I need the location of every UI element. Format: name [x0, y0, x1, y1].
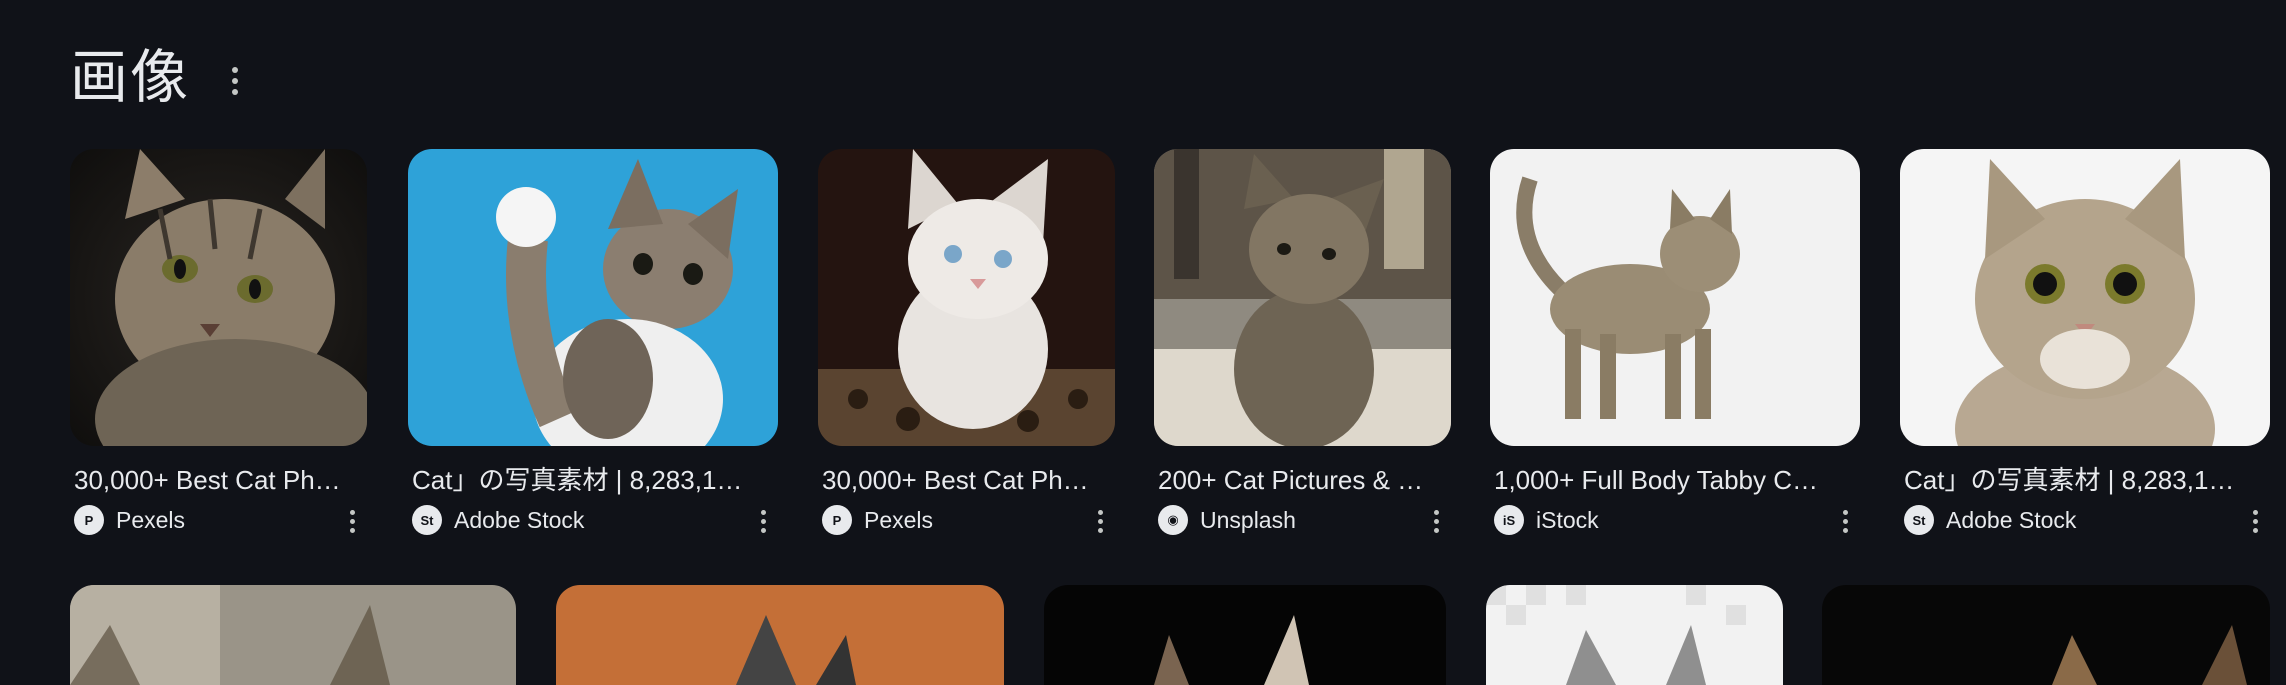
image-caption[interactable]: 30,000+ Best Cat Ph… [818, 464, 1115, 496]
source-name[interactable]: iStock [1536, 507, 1599, 534]
more-options-icon[interactable] [1428, 508, 1445, 535]
source-name[interactable]: Adobe Stock [454, 507, 584, 534]
image-source[interactable]: P Pexels [70, 504, 367, 536]
image-thumbnail[interactable] [556, 585, 1004, 685]
image-source[interactable]: St Adobe Stock [1900, 504, 2270, 536]
image-source[interactable]: St Adobe Stock [408, 504, 778, 536]
image-thumbnail[interactable] [70, 585, 516, 685]
image-caption[interactable]: 200+ Cat Pictures & … [1154, 464, 1451, 496]
image-caption[interactable]: Cat」の写真素材 | 8,283,1… [1900, 464, 2270, 496]
image-result-card[interactable]: Cat」の写真素材 | 8,283,1… St Adobe Stock [408, 149, 778, 536]
image-thumbnail[interactable] [1900, 149, 2270, 446]
pexels-icon: P [822, 505, 852, 535]
istock-icon: iS [1494, 505, 1524, 535]
source-name[interactable]: Pexels [864, 507, 933, 534]
adobe-stock-icon: St [1904, 505, 1934, 535]
source-name[interactable]: Pexels [116, 507, 185, 534]
image-source[interactable]: iS iStock [1490, 504, 1860, 536]
image-thumbnail[interactable] [1486, 585, 1783, 685]
source-name[interactable]: Adobe Stock [1946, 507, 2076, 534]
image-result-card[interactable]: 30,000+ Best Cat Ph… P Pexels [818, 149, 1115, 536]
image-thumbnail[interactable] [1044, 585, 1446, 685]
image-thumbnail[interactable] [70, 149, 367, 446]
image-thumbnail[interactable] [1154, 149, 1451, 446]
more-options-icon[interactable] [755, 508, 772, 535]
section-title: 画像 [70, 43, 191, 111]
image-result-card[interactable]: 30,000+ Best Cat Ph… P Pexels [70, 149, 367, 536]
adobe-stock-icon: St [412, 505, 442, 535]
more-options-icon[interactable] [1092, 508, 1109, 535]
more-options-icon[interactable] [1837, 508, 1854, 535]
image-thumbnail[interactable] [818, 149, 1115, 446]
source-name[interactable]: Unsplash [1200, 507, 1296, 534]
image-thumbnail[interactable] [1822, 585, 2270, 685]
image-caption[interactable]: 1,000+ Full Body Tabby C… [1490, 464, 1860, 496]
image-thumbnail[interactable] [408, 149, 778, 446]
image-result-card[interactable]: 200+ Cat Pictures & … ◉ Unsplash [1154, 149, 1451, 536]
image-caption[interactable]: Cat」の写真素材 | 8,283,1… [408, 464, 778, 496]
image-result-card[interactable]: Cat」の写真素材 | 8,283,1… St Adobe Stock [1900, 149, 2270, 536]
image-source[interactable]: ◉ Unsplash [1154, 504, 1451, 536]
more-options-icon[interactable] [2247, 508, 2264, 535]
pexels-icon: P [74, 505, 104, 535]
image-source[interactable]: P Pexels [818, 504, 1115, 536]
image-caption[interactable]: 30,000+ Best Cat Ph… [70, 464, 367, 496]
unsplash-icon: ◉ [1158, 505, 1188, 535]
more-options-icon[interactable] [344, 508, 361, 535]
section-more-options-icon[interactable] [226, 63, 244, 99]
images-section-header: 画像 [70, 40, 244, 114]
image-result-card[interactable]: 1,000+ Full Body Tabby C… iS iStock [1490, 149, 1860, 536]
image-thumbnail[interactable] [1490, 149, 1860, 446]
